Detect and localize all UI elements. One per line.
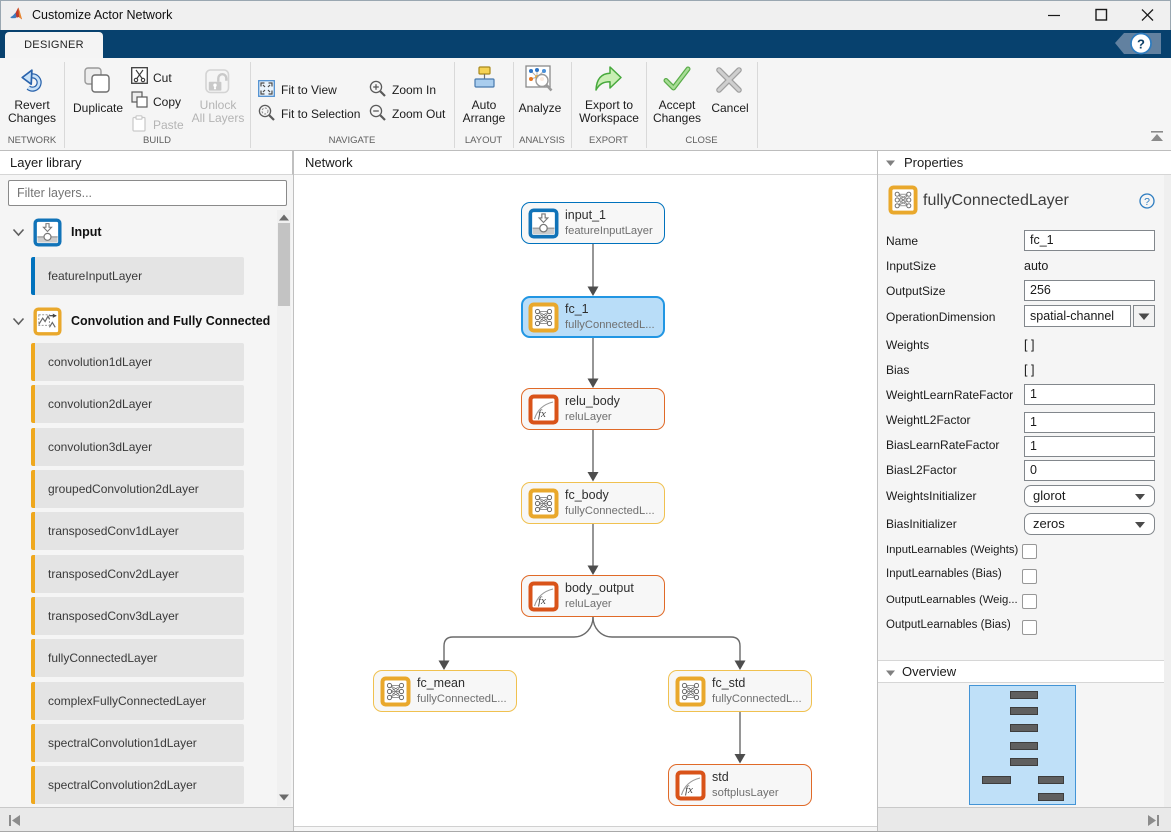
svg-text:fx: fx xyxy=(538,408,546,420)
svg-text:fx: fx xyxy=(538,595,546,607)
svg-text:fx: fx xyxy=(685,784,693,796)
svg-text:?: ? xyxy=(1137,37,1145,52)
svg-text:?: ? xyxy=(1144,196,1150,208)
